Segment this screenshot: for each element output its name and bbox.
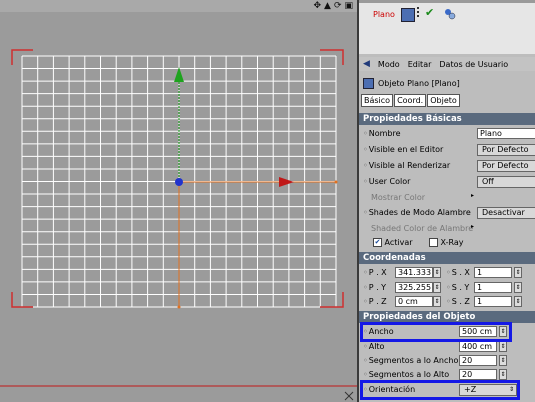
plane-grid <box>0 49 357 401</box>
row-visible-editor: Visible en el Editor Por Defecto <box>359 143 535 157</box>
seg-ancho-label: Segmentos a lo Ancho <box>363 356 459 365</box>
visible-editor-select[interactable]: Por Defecto <box>477 144 535 156</box>
enabled-check-icon[interactable]: ✔ <box>425 6 434 19</box>
sx-label: S . X <box>446 268 470 277</box>
material-tag-icon[interactable] <box>444 8 456 20</box>
y-axis-arrow-icon <box>174 67 184 82</box>
visible-render-select[interactable]: Por Defecto <box>477 160 535 172</box>
plane-object-icon[interactable] <box>401 8 415 22</box>
row-user-color: User Color Off <box>359 175 535 189</box>
sz-input[interactable]: 1 <box>474 296 512 307</box>
shaded-color-label: Shaded Color de Alambre <box>371 224 474 233</box>
px-label: P . X <box>363 268 387 277</box>
xray-checkbox[interactable] <box>429 238 438 247</box>
seg-alto-label: Segmentos a lo Alto <box>363 370 449 379</box>
menu-datos-usuario[interactable]: Datos de Usuario <box>439 60 508 69</box>
sy-input[interactable]: 1 <box>474 282 512 293</box>
px-input[interactable]: 341.333 c <box>395 267 433 278</box>
sy-label: S . Y <box>446 283 470 292</box>
row-coord-x: P . X 341.333 c ⇕ S . X 1 ⇕ <box>359 266 535 280</box>
row-mostrar-color: Mostrar Color ▸ <box>359 191 535 205</box>
row-nombre: Nombre Plano <box>359 127 535 141</box>
row-visible-render: Visible al Renderizar Por Defecto <box>359 159 535 173</box>
attributes-menu: ◀ Modo Editar Datos de Usuario <box>359 57 535 71</box>
menu-editar[interactable]: Editar <box>408 60 432 69</box>
viewport[interactable]: ✥ ▲ ⟳ ▣ <box>0 0 357 402</box>
ancho-highlight <box>360 322 512 342</box>
xray-option[interactable]: X-Ray <box>429 238 464 247</box>
section-basic-title: Propiedades Básicas <box>359 113 535 125</box>
attributes-panel: Plano ✔ ◀ Modo Editar Datos de Usuario O… <box>357 0 535 402</box>
pz-input[interactable]: 0 cm <box>395 296 433 307</box>
expand-arrow-icon[interactable]: ▸ <box>471 223 474 230</box>
origin-handle <box>175 178 183 186</box>
seg-alto-input[interactable]: 20 <box>459 369 497 380</box>
xray-label: X-Ray <box>440 238 464 247</box>
activar-checkbox[interactable]: ✔ <box>373 238 382 247</box>
row-shades: Shades de Modo Alambre Desactivar <box>359 206 535 220</box>
visible-editor-label: Visible en el Editor <box>363 145 444 154</box>
nombre-input[interactable]: Plano <box>477 128 535 139</box>
row-coord-z: P . Z 0 cm ⇕ S . Z 1 ⇕ <box>359 295 535 309</box>
py-label: P . Y <box>363 283 386 292</box>
x-axis-arrow-icon <box>279 177 294 187</box>
section-coords-title: Coordenadas <box>359 252 535 264</box>
seg-ancho-stepper[interactable]: ⇕ <box>499 355 507 366</box>
object-manager: Plano ✔ <box>359 0 535 54</box>
sz-stepper[interactable]: ⇕ <box>514 296 522 307</box>
visibility-dots-icon[interactable] <box>417 7 423 17</box>
user-color-label: User Color <box>363 177 411 186</box>
activar-label: Activar <box>384 238 413 247</box>
tab-objeto[interactable]: Objeto <box>427 94 460 107</box>
back-arrow-icon[interactable]: ◀ <box>363 59 370 69</box>
nombre-label: Nombre <box>363 129 401 138</box>
py-input[interactable]: 325.255 c <box>395 282 433 293</box>
row-coord-y: P . Y 325.255 c ⇕ S . Y 1 ⇕ <box>359 281 535 295</box>
row-shaded-color: Shaded Color de Alambre ▸ <box>359 222 535 236</box>
sz-label: S . Z <box>446 297 470 306</box>
seg-alto-stepper[interactable]: ⇕ <box>499 369 507 380</box>
tab-bar: Básico Coord. Objeto <box>361 94 460 107</box>
seg-ancho-input[interactable]: 20 <box>459 355 497 366</box>
object-header: Objeto Plano [Plano] <box>359 76 535 90</box>
menu-modo[interactable]: Modo <box>378 60 400 69</box>
mostrar-color-label: Mostrar Color <box>371 193 426 202</box>
object-label: Objeto Plano [Plano] <box>378 78 460 88</box>
shades-label: Shades de Modo Alambre <box>363 208 471 217</box>
sx-stepper[interactable]: ⇕ <box>514 267 522 278</box>
alto-input[interactable]: 400 cm <box>459 341 497 352</box>
pz-stepper[interactable]: ⇕ <box>433 296 441 307</box>
row-activar-xray: ✔ Activar X-Ray <box>359 236 535 250</box>
row-alto: Alto 400 cm ⇕ <box>359 340 535 354</box>
tab-basico[interactable]: Básico <box>361 94 394 107</box>
activar-option[interactable]: ✔ Activar <box>373 238 413 247</box>
tab-coord[interactable]: Coord. <box>394 94 427 107</box>
object-name-plano[interactable]: Plano <box>373 10 395 19</box>
py-stepper[interactable]: ⇕ <box>433 282 441 293</box>
sy-stepper[interactable]: ⇕ <box>514 282 522 293</box>
expand-arrow-icon[interactable]: ▸ <box>471 192 474 199</box>
visible-render-label: Visible al Renderizar <box>363 161 450 170</box>
pz-label: P . Z <box>363 297 387 306</box>
orientacion-highlight <box>360 380 520 400</box>
row-seg-ancho: Segmentos a lo Ancho 20 ⇕ <box>359 354 535 368</box>
shades-select[interactable]: Desactivar <box>477 207 535 219</box>
sx-input[interactable]: 1 <box>474 267 512 278</box>
plane-icon <box>363 77 374 89</box>
alto-stepper[interactable]: ⇕ <box>499 341 507 352</box>
alto-label: Alto <box>363 342 385 351</box>
px-stepper[interactable]: ⇕ <box>433 267 441 278</box>
user-color-select[interactable]: Off <box>477 176 535 188</box>
